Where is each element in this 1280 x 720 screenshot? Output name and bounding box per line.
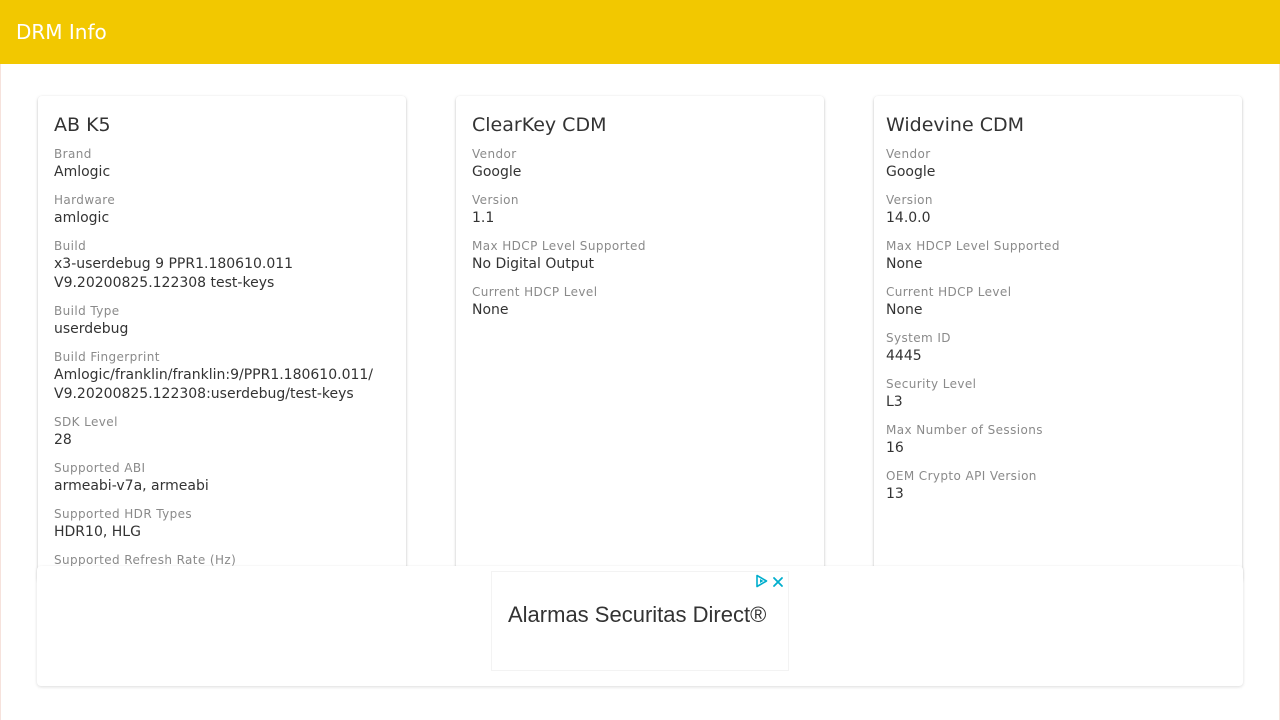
adchoices-icon[interactable] (755, 574, 768, 588)
field-label: Vendor (886, 147, 931, 161)
hdr-types-field: Supported HDR Types HDR10, HLG (54, 506, 390, 542)
version-field: Version 1.1 (472, 192, 808, 228)
max-sessions-field: Max Number of Sessions 16 (886, 422, 1226, 458)
sdk-level-field: SDK Level 28 (54, 414, 390, 450)
device-card-title: AB K5 (54, 114, 111, 136)
field-label: Max Number of Sessions (886, 423, 1043, 437)
field-label: OEM Crypto API Version (886, 469, 1037, 483)
field-value: L3 (886, 394, 903, 410)
brand-field: Brand Amlogic (54, 146, 390, 182)
field-value: 14.0.0 (886, 210, 931, 226)
vendor-field: Vendor Google (886, 146, 1226, 182)
field-label: Max HDCP Level Supported (472, 239, 646, 253)
supported-abi-field: Supported ABI armeabi-v7a, armeabi (54, 460, 390, 496)
field-label: Security Level (886, 377, 977, 391)
field-label: Max HDCP Level Supported (886, 239, 1060, 253)
field-label: SDK Level (54, 415, 118, 429)
device-info-card: AB K5 Brand Amlogic Hardware amlogic Bui… (38, 96, 406, 586)
system-id-field: System ID 4445 (886, 330, 1226, 366)
field-label: Version (886, 193, 933, 207)
field-value: None (886, 302, 923, 318)
field-value: 1.1 (472, 210, 495, 226)
vendor-field: Vendor Google (472, 146, 808, 182)
max-hdcp-field: Max HDCP Level Supported None (886, 238, 1226, 274)
field-label: Build Fingerprint (54, 350, 160, 364)
ad-headline[interactable]: Alarmas Securitas Direct® (508, 602, 768, 628)
field-value: None (472, 302, 509, 318)
close-icon[interactable] (772, 575, 784, 587)
field-value: Amlogic/franklin/franklin:9/PPR1.180610.… (54, 367, 374, 402)
field-value: Amlogic (54, 164, 111, 180)
current-hdcp-field: Current HDCP Level None (472, 284, 808, 320)
field-value: userdebug (54, 321, 129, 337)
build-type-field: Build Type userdebug (54, 303, 390, 339)
field-value: 28 (54, 432, 72, 448)
field-value: None (886, 256, 923, 272)
field-value: amlogic (54, 210, 110, 226)
app-bar: DRM Info (0, 0, 1280, 64)
field-label: System ID (886, 331, 951, 345)
app-title: DRM Info (16, 20, 107, 44)
field-value: 4445 (886, 348, 922, 364)
field-label: Current HDCP Level (886, 285, 1012, 299)
field-label: Vendor (472, 147, 517, 161)
field-value: Google (886, 164, 936, 180)
oem-crypto-field: OEM Crypto API Version 13 (886, 468, 1226, 504)
field-label: Current HDCP Level (472, 285, 598, 299)
clearkey-cdm-card: ClearKey CDM Vendor Google Version 1.1 M… (456, 96, 824, 582)
widevine-card-title: Widevine CDM (886, 114, 1024, 136)
ad-banner[interactable]: Alarmas Securitas Direct® (491, 571, 789, 671)
ad-choices-bar (755, 574, 784, 588)
clearkey-card-title: ClearKey CDM (472, 114, 607, 136)
hardware-field: Hardware amlogic (54, 192, 390, 228)
field-label: Supported ABI (54, 461, 146, 475)
field-value: x3-userdebug 9 PPR1.180610.011 V9.202008… (54, 256, 294, 291)
field-label: Build (54, 239, 87, 253)
build-fingerprint-field: Build Fingerprint Amlogic/franklin/frank… (54, 349, 390, 404)
current-hdcp-field: Current HDCP Level None (886, 284, 1226, 320)
field-label: Supported HDR Types (54, 507, 193, 521)
max-hdcp-field: Max HDCP Level Supported No Digital Outp… (472, 238, 808, 274)
field-label: Hardware (54, 193, 116, 207)
widevine-cdm-card: Widevine CDM Vendor Google Version 14.0.… (874, 96, 1242, 582)
field-label: Build Type (54, 304, 120, 318)
security-level-field: Security Level L3 (886, 376, 1226, 412)
field-value: Google (472, 164, 522, 180)
field-value: 16 (886, 440, 904, 456)
field-label: Brand (54, 147, 92, 161)
field-value: armeabi-v7a, armeabi (54, 478, 209, 494)
build-field: Build x3-userdebug 9 PPR1.180610.011 V9.… (54, 238, 390, 293)
field-value: 13 (886, 486, 904, 502)
field-value: HDR10, HLG (54, 524, 141, 540)
field-value: No Digital Output (472, 256, 594, 272)
field-label: Version (472, 193, 519, 207)
version-field: Version 14.0.0 (886, 192, 1226, 228)
